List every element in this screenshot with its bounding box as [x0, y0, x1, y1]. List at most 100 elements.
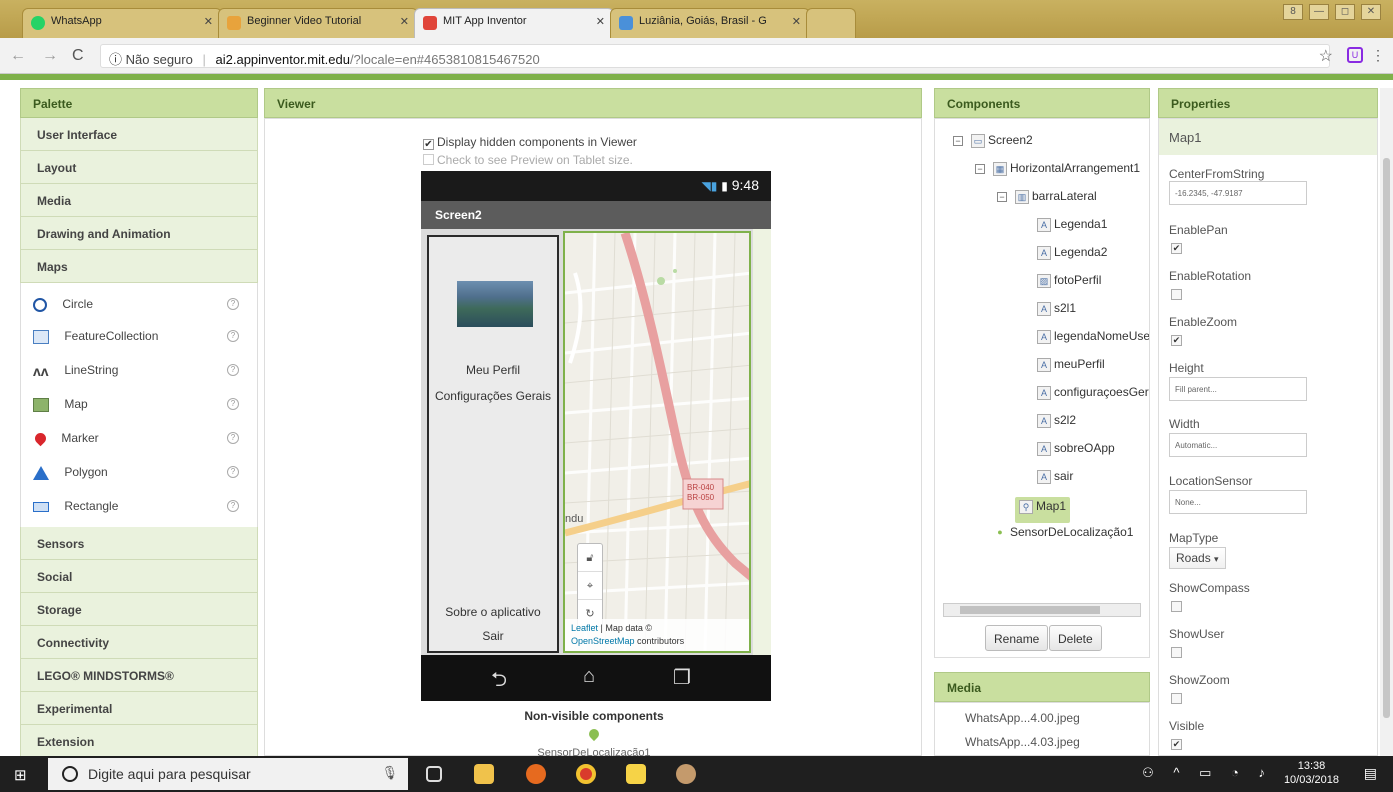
tab-luziania-maps[interactable]: Luziânia, Goiás, Brasil - G ✕ [610, 8, 810, 38]
maximize-icon[interactable]: ◻ [1335, 4, 1355, 20]
properties-scrollbar[interactable] [1380, 88, 1393, 756]
palette-category-drawing[interactable]: Drawing and Animation [20, 217, 258, 250]
screen-scrollbar[interactable] [753, 229, 771, 655]
palette-category-lego[interactable]: LEGO® MINDSTORMS® [20, 659, 258, 692]
user-profile-icon[interactable]: 8 [1283, 4, 1303, 20]
palette-category-user-interface[interactable]: User Interface [20, 118, 258, 151]
app-icon[interactable] [676, 764, 696, 784]
components-horizontal-scrollbar[interactable] [943, 603, 1141, 617]
home-nav-icon[interactable]: ⌂ [583, 665, 595, 688]
help-icon[interactable]: ? [227, 398, 239, 410]
forward-arrow-icon[interactable]: → [42, 47, 58, 65]
palette-category-social[interactable]: Social [20, 560, 258, 593]
url-input[interactable]: ⓘ Não seguro | ai2.appinventor.mit.edu/?… [100, 44, 1330, 68]
tree-item[interactable]: AsobreOApp [1037, 441, 1115, 467]
extension-icon[interactable]: U [1347, 47, 1363, 63]
display-hidden-checkbox[interactable]: ✔ [423, 139, 434, 150]
tab-whatsapp[interactable]: WhatsApp ✕ [22, 8, 222, 38]
help-icon[interactable]: ? [227, 432, 239, 444]
tree-item[interactable]: − ▦ HorizontalArrangement1 [975, 161, 1140, 187]
close-icon[interactable]: ✕ [596, 15, 605, 28]
width-input[interactable]: Automatic... [1169, 433, 1307, 457]
palette-category-layout[interactable]: Layout [20, 151, 258, 184]
palette-item-rectangle[interactable]: Rectangle ? [20, 489, 258, 527]
location-sensor-input[interactable]: None... [1169, 490, 1307, 514]
scrollbar-thumb[interactable] [960, 606, 1100, 614]
minimize-icon[interactable]: — [1309, 4, 1329, 20]
palette-category-sensors[interactable]: Sensors [20, 527, 258, 560]
tree-item[interactable]: A Legenda1 [1037, 217, 1107, 243]
chrome-icon[interactable] [576, 764, 596, 784]
rename-button[interactable]: Rename [985, 625, 1049, 651]
delete-button[interactable]: Delete [1049, 625, 1102, 651]
palette-category-storage[interactable]: Storage [20, 593, 258, 626]
side-profile-label[interactable]: Meu Perfil [429, 363, 557, 377]
lock-icon[interactable]: 🔓︎ [578, 544, 602, 572]
help-icon[interactable]: ? [227, 466, 239, 478]
tablet-preview-checkbox[interactable] [423, 154, 434, 165]
tree-item[interactable]: Asair [1037, 469, 1073, 495]
visible-checkbox[interactable]: ✔ [1171, 739, 1182, 750]
help-icon[interactable]: ? [227, 298, 239, 310]
tree-item[interactable]: ▨ fotoPerfil [1037, 273, 1101, 299]
notification-icon[interactable]: ▤ [1364, 765, 1377, 782]
tree-item[interactable]: − ▥ barraLateral [997, 189, 1097, 215]
enable-zoom-checkbox[interactable]: ✔ [1171, 335, 1182, 346]
palette-category-extension[interactable]: Extension [20, 725, 258, 756]
taskbar-search-input[interactable]: Digite aqui para pesquisar 🎙︎ [48, 758, 408, 790]
palette-category-connectivity[interactable]: Connectivity [20, 626, 258, 659]
firefox-icon[interactable] [526, 764, 546, 784]
tree-item[interactable]: ⚲ Map1 [1015, 497, 1071, 523]
side-settings-label[interactable]: Configurações Gerais [429, 389, 557, 403]
profile-photo[interactable] [457, 281, 533, 327]
tree-item[interactable]: As2l1 [1037, 301, 1076, 327]
tree-item[interactable]: As2l2 [1037, 413, 1076, 439]
info-icon[interactable]: ⓘ [109, 52, 122, 67]
back-nav-icon[interactable]: ⮌ [491, 665, 507, 699]
menu-dots-icon[interactable]: ⋮ [1371, 47, 1385, 64]
enable-pan-checkbox[interactable]: ✔ [1171, 243, 1182, 254]
task-view-icon[interactable] [426, 766, 442, 782]
palette-item-linestring[interactable]: ʌʌ LineString ? [20, 353, 258, 387]
locate-icon[interactable]: ⌖ [578, 572, 602, 600]
palette-item-circle[interactable]: Circle ? [20, 283, 258, 319]
sticky-notes-icon[interactable] [626, 764, 646, 784]
center-from-string-input[interactable]: -16.2345, -47.9187 [1169, 181, 1307, 205]
palette-item-polygon[interactable]: Polygon ? [20, 455, 258, 489]
map-component[interactable]: BR-040 BR-050 ndu 🔓︎ ⌖ ↻ Leaflet | Map d… [563, 231, 751, 653]
help-icon[interactable]: ? [227, 330, 239, 342]
palette-category-experimental[interactable]: Experimental [20, 692, 258, 725]
tab-beginner-tutorial[interactable]: Beginner Video Tutorial ✕ [218, 8, 418, 38]
close-icon[interactable]: ✕ [792, 15, 801, 28]
map-type-select[interactable]: Roads ▾ [1169, 547, 1226, 569]
reload-icon[interactable]: C [72, 47, 84, 65]
show-user-checkbox[interactable] [1171, 647, 1182, 658]
collapse-icon[interactable]: − [953, 135, 963, 146]
close-window-icon[interactable]: ✕ [1361, 4, 1381, 20]
help-icon[interactable]: ? [227, 364, 239, 376]
palette-item-marker[interactable]: Marker ? [20, 421, 258, 455]
recents-nav-icon[interactable]: ❐ [673, 665, 691, 690]
enable-rotation-checkbox[interactable] [1171, 289, 1182, 300]
tree-item[interactable]: AlegendaNomeUser [1037, 329, 1149, 355]
media-item[interactable]: WhatsApp...4.00.jpeg [965, 711, 1080, 725]
leaflet-link[interactable]: Leaflet [571, 623, 598, 633]
close-icon[interactable]: ✕ [400, 15, 409, 28]
bookmark-star-icon[interactable]: ☆ [1319, 46, 1333, 66]
show-zoom-checkbox[interactable] [1171, 693, 1182, 704]
collapse-icon[interactable]: − [997, 191, 1007, 202]
palette-category-media[interactable]: Media [20, 184, 258, 217]
tree-item[interactable]: ● SensorDeLocalização1 [993, 525, 1133, 551]
new-tab-button[interactable] [806, 8, 856, 38]
clock[interactable]: 13:38 10/03/2018 [1284, 759, 1339, 787]
tab-mit-app-inventor[interactable]: MIT App Inventor ✕ [414, 8, 614, 38]
tree-item[interactable]: − ▭ Screen2 [953, 133, 1033, 159]
palette-item-map[interactable]: Map ? [20, 387, 258, 421]
tree-item[interactable]: A Legenda2 [1037, 245, 1107, 271]
help-icon[interactable]: ? [227, 500, 239, 512]
back-arrow-icon[interactable]: ← [10, 47, 26, 65]
microphone-icon[interactable]: 🎙︎ [381, 765, 398, 781]
file-explorer-icon[interactable] [474, 764, 494, 784]
side-about-label[interactable]: Sobre o aplicativo [429, 605, 557, 619]
height-input[interactable]: Fill parent... [1169, 377, 1307, 401]
